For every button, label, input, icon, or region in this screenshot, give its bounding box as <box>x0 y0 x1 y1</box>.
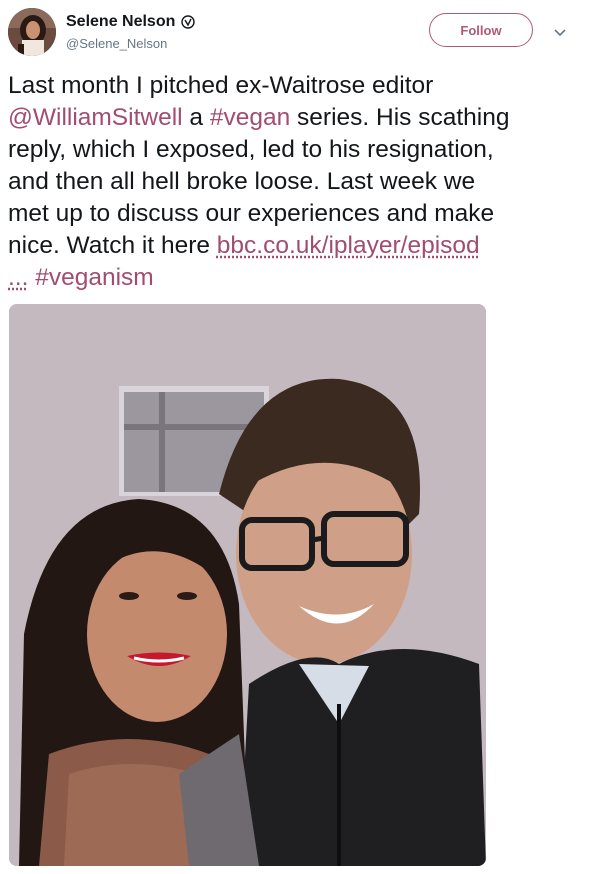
tweet-text-line: met up to discuss our experiences and ma… <box>8 198 578 230</box>
display-name[interactable]: Selene Nelson <box>66 12 175 32</box>
tweet-text-line: ... #veganism <box>8 262 578 294</box>
mention-link[interactable]: @WilliamSitwell <box>8 104 183 131</box>
tweet-text-line: and then all hell broke loose. Last week… <box>8 166 578 198</box>
text-segment: reply, which I exposed, led to his resig… <box>8 136 494 163</box>
tweet-text: Last month I pitched ex-Waitrose editor … <box>8 70 578 294</box>
avatar[interactable] <box>8 8 56 56</box>
text-segment: nice. Watch it here <box>8 232 217 259</box>
author-names: Selene Nelson @Selene_Nelson <box>66 12 196 53</box>
url-link-continuation[interactable]: ... <box>8 264 28 291</box>
tweet-text-line: nice. Watch it here bbc.co.uk/iplayer/ep… <box>8 230 578 262</box>
verified-badge-icon <box>181 15 196 29</box>
text-segment: met up to discuss our experiences and ma… <box>8 200 495 227</box>
follow-button[interactable]: Follow <box>429 13 533 47</box>
tweet-text-line: reply, which I exposed, led to his resig… <box>8 134 578 166</box>
tweet-card: Selene Nelson @Selene_Nelson Follow Last… <box>0 0 595 874</box>
tweet-header: Selene Nelson @Selene_Nelson Follow <box>8 8 588 58</box>
hashtag-link-vegan[interactable]: #vegan <box>210 104 290 131</box>
text-segment: a <box>182 104 210 131</box>
url-link[interactable]: bbc.co.uk/iplayer/episod <box>217 232 480 259</box>
hashtag-link-veganism[interactable]: #veganism <box>35 264 153 291</box>
tweet-text-line: @WilliamSitwell a #vegan series. His sca… <box>8 102 578 134</box>
author-handle[interactable]: @Selene_Nelson <box>66 35 195 53</box>
tweet-photo[interactable] <box>9 304 486 866</box>
chevron-down-icon[interactable] <box>552 24 568 40</box>
text-segment: series. His scathing <box>290 104 510 131</box>
text-segment: and then all hell broke loose. Last week… <box>8 168 476 195</box>
text-segment: Last month I pitched ex-Waitrose editor <box>8 72 434 99</box>
display-name-row[interactable]: Selene Nelson <box>66 12 196 32</box>
tweet-text-line: Last month I pitched ex-Waitrose editor <box>8 70 578 102</box>
